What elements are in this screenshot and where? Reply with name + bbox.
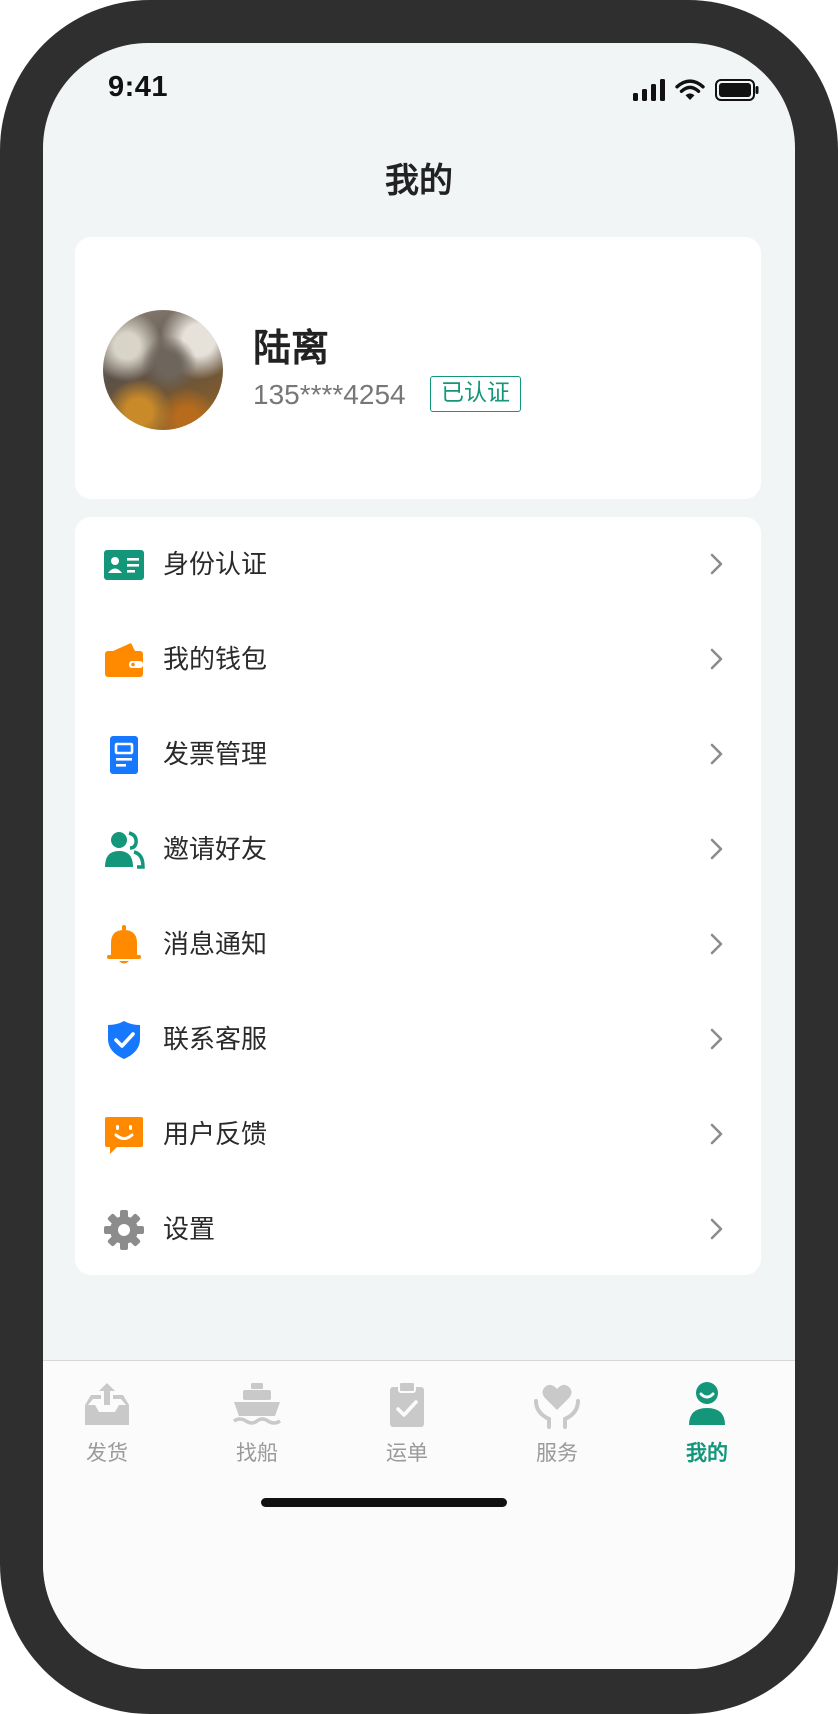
tab-label: 服务 xyxy=(536,1441,578,1465)
tab-label: 运单 xyxy=(386,1441,428,1465)
menu-item-user-feedback[interactable]: 用户反馈 xyxy=(75,1087,761,1182)
menu-list: 身份认证 我的钱包 发票管理 邀请好友 消息通知 联系客服 用户反馈 设置 xyxy=(75,517,761,1275)
menu-item-invite-friends[interactable]: 邀请好友 xyxy=(75,802,761,897)
app-screen: 9:41 我的 陆离 135****4254 已认证 身份认证 我的钱包 发票管… xyxy=(43,43,795,1669)
status-time: 9:41 xyxy=(108,71,169,103)
menu-item-label: 发票管理 xyxy=(163,740,268,770)
chevron-right-icon xyxy=(710,838,723,860)
status-icons xyxy=(633,77,759,103)
wifi-icon xyxy=(675,79,705,100)
tab-label: 我的 xyxy=(686,1441,728,1465)
device-frame: 9:41 我的 陆离 135****4254 已认证 身份认证 我的钱包 发票管… xyxy=(0,0,838,1714)
menu-item-label: 设置 xyxy=(163,1215,216,1245)
tab-label: 找船 xyxy=(236,1441,278,1465)
status-bar: 9:41 xyxy=(43,43,795,143)
menu-item-label: 联系客服 xyxy=(163,1025,268,1055)
tray-upload-icon xyxy=(85,1383,129,1425)
tab-find-ship[interactable]: 找船 xyxy=(207,1379,307,1479)
menu-item-label: 我的钱包 xyxy=(163,645,268,675)
home-indicator xyxy=(261,1498,507,1507)
id-card-icon xyxy=(104,550,144,580)
tab-mine[interactable]: 我的 xyxy=(657,1379,757,1479)
tab-waybill[interactable]: 运单 xyxy=(357,1379,457,1479)
menu-item-label: 身份认证 xyxy=(163,550,268,580)
page-title: 我的 xyxy=(385,161,453,201)
menu-item-my-wallet[interactable]: 我的钱包 xyxy=(75,612,761,707)
chevron-right-icon xyxy=(710,1028,723,1050)
battery-icon xyxy=(715,79,759,101)
ship-icon xyxy=(233,1383,281,1425)
chevron-right-icon xyxy=(710,933,723,955)
shield-check-icon xyxy=(108,1021,140,1059)
tab-services[interactable]: 服务 xyxy=(507,1379,607,1479)
menu-item-settings[interactable]: 设置 xyxy=(75,1182,761,1277)
gear-icon xyxy=(104,1210,144,1250)
heart-hands-icon xyxy=(534,1384,580,1429)
invoice-icon xyxy=(110,736,138,774)
tab-ship-goods[interactable]: 发货 xyxy=(57,1379,157,1479)
menu-item-label: 邀请好友 xyxy=(163,835,268,865)
profile-name: 陆离 xyxy=(253,326,330,370)
tab-bar: 发货 找船 运单 服务 我的 xyxy=(43,1360,795,1669)
chevron-right-icon xyxy=(710,553,723,575)
wallet-icon xyxy=(105,643,143,677)
device-bezel: 9:41 我的 陆离 135****4254 已认证 身份认证 我的钱包 发票管… xyxy=(0,0,838,1714)
cellular-signal-icon xyxy=(633,79,665,101)
verified-badge: 已认证 xyxy=(430,376,521,412)
profile-phone: 135****4254 xyxy=(253,379,406,410)
person-icon xyxy=(689,1382,725,1425)
menu-item-identity-verification[interactable]: 身份认证 xyxy=(75,517,761,612)
feedback-icon xyxy=(105,1117,143,1154)
menu-item-label: 消息通知 xyxy=(163,930,268,960)
chevron-right-icon xyxy=(710,648,723,670)
bell-icon xyxy=(107,925,141,964)
users-icon xyxy=(105,831,145,869)
chevron-right-icon xyxy=(710,743,723,765)
profile-card[interactable]: 陆离 135****4254 已认证 xyxy=(75,237,761,499)
menu-item-notifications[interactable]: 消息通知 xyxy=(75,897,761,992)
menu-item-label: 用户反馈 xyxy=(163,1120,268,1150)
clipboard-check-icon xyxy=(390,1381,424,1427)
tab-label: 发货 xyxy=(86,1441,128,1465)
avatar[interactable] xyxy=(103,310,223,430)
chevron-right-icon xyxy=(710,1123,723,1145)
menu-item-contact-support[interactable]: 联系客服 xyxy=(75,992,761,1087)
menu-item-invoice-management[interactable]: 发票管理 xyxy=(75,707,761,802)
chevron-right-icon xyxy=(710,1218,723,1240)
